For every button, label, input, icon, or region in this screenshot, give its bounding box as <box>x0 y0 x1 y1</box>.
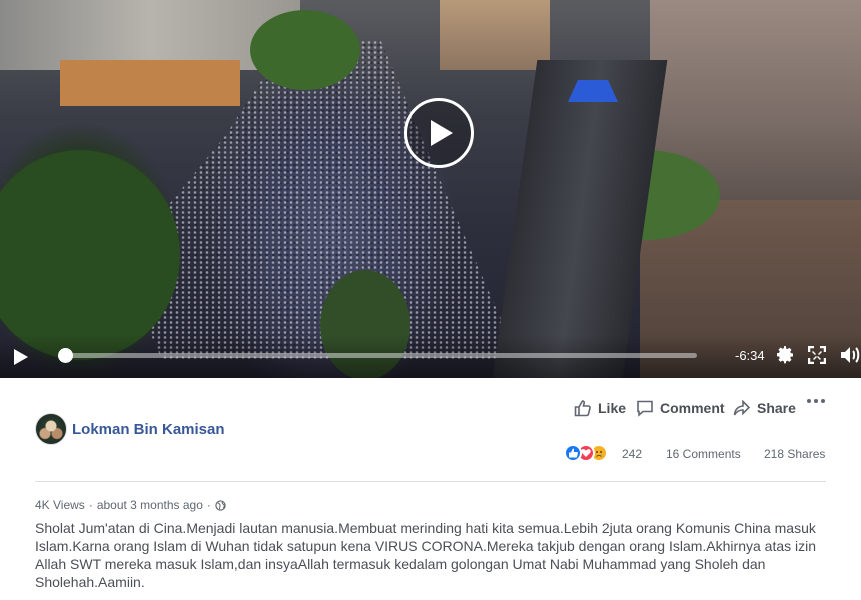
share-button[interactable]: Share <box>733 398 796 418</box>
like-reaction-icon <box>564 444 582 462</box>
globe-icon[interactable] <box>215 499 226 511</box>
video-player[interactable]: -6:34 <box>0 0 861 378</box>
comment-button[interactable]: Comment <box>636 398 725 418</box>
divider <box>35 481 826 482</box>
author-name[interactable]: Lokman Bin Kamisan <box>72 421 225 438</box>
video-frame-building <box>440 0 550 70</box>
gear-icon[interactable] <box>775 345 795 365</box>
post-timestamp[interactable]: about 3 months ago <box>97 498 203 512</box>
thumbs-up-icon <box>574 400 591 417</box>
avatar[interactable] <box>35 413 67 445</box>
more-options-icon[interactable] <box>807 399 825 403</box>
comment-label: Comment <box>660 400 725 416</box>
share-label: Share <box>757 400 796 416</box>
progress-bar[interactable] <box>62 353 697 358</box>
comment-icon <box>637 400 653 417</box>
remaining-time: -6:34 <box>735 348 765 363</box>
post-meta: 4K Views · about 3 months ago · <box>35 498 226 512</box>
like-button[interactable]: Like <box>574 398 626 418</box>
fullscreen-icon[interactable] <box>808 346 826 364</box>
play-icon[interactable] <box>12 347 30 367</box>
post-caption: Sholat Jum'atan di Cina.Menjadi lautan m… <box>35 520 817 590</box>
shares-count-link[interactable]: 218 Shares <box>764 447 825 461</box>
progress-handle[interactable] <box>58 348 73 363</box>
comments-count-link[interactable]: 16 Comments <box>666 447 741 461</box>
view-count: 4K Views <box>35 498 85 512</box>
like-label: Like <box>598 400 627 416</box>
meta-separator: · <box>206 498 211 512</box>
reaction-icons[interactable] <box>564 444 608 462</box>
video-frame-tree <box>250 10 360 90</box>
reaction-count[interactable]: 242 <box>622 447 642 461</box>
meta-separator: · <box>88 498 93 512</box>
share-icon <box>733 399 751 416</box>
play-overlay-button[interactable] <box>404 98 474 168</box>
video-frame-building <box>60 60 240 106</box>
post-card: Lokman Bin Kamisan Like Comment Share 24… <box>0 378 861 600</box>
video-controls: -6:34 <box>0 335 861 378</box>
play-icon <box>431 120 453 146</box>
volume-icon[interactable] <box>840 345 861 365</box>
